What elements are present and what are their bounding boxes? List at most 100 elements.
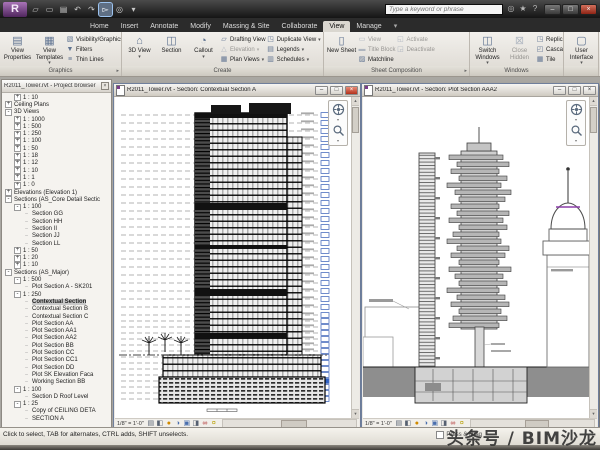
ribbon-options-icon[interactable]: ▾ <box>388 20 404 32</box>
window-title-bar[interactable]: R2011_Tower.rvt - Section: Plot Section … <box>362 84 598 97</box>
browser-item-1-250[interactable]: -1 : 250 <box>2 291 111 298</box>
browser-item-plot-section-cc1[interactable]: ‒Plot Section CC1 <box>2 357 111 364</box>
browser-item-1-18[interactable]: +1 : 18 <box>2 152 111 159</box>
steering-wheel-icon[interactable] <box>570 103 583 116</box>
browser-item-1-25[interactable]: -1 : 25 <box>2 400 111 407</box>
qat-dropdown-icon[interactable]: ▾ <box>127 3 140 16</box>
vertical-scrollbar[interactable]: ▲ ▼ <box>589 97 597 418</box>
browser-item-plot-section-dd[interactable]: ‒Plot Section DD <box>2 364 111 371</box>
user-interface-button[interactable]: ▢User Interface▾ <box>566 33 597 65</box>
drawing-canvas-plot-section[interactable]: ▾ ▾ <box>363 97 589 418</box>
application-menu-button[interactable]: R <box>3 2 27 17</box>
scroll-up-icon[interactable]: ▲ <box>352 97 359 106</box>
window-title-bar[interactable]: R2011_Tower.rvt - Section: Contextual Se… <box>114 84 360 97</box>
thin-lines-button[interactable]: ≡Thin Lines <box>66 55 121 64</box>
communication-center-icon[interactable]: ◎ <box>505 3 517 15</box>
browser-item-contextual-section-c[interactable]: ‒Contextual Section C <box>2 313 111 320</box>
browser-item-section-jj[interactable]: ‒Section JJ <box>2 233 111 240</box>
restore-button[interactable]: □ <box>330 86 343 95</box>
open-icon[interactable]: ▭ <box>43 3 56 16</box>
visibility-graphics-button[interactable]: ▧Visibility/Graphics <box>66 35 121 44</box>
tree-expand-icon[interactable]: + <box>14 255 21 262</box>
close-button[interactable]: × <box>345 86 358 95</box>
browser-item-sections-as-core-detail-sectic[interactable]: -Sections (AS_Core Detail Sectic <box>2 196 111 203</box>
browser-item-section-d-roof-level[interactable]: ‒Section D Roof Level <box>2 393 111 400</box>
tree-expand-icon[interactable]: + <box>14 262 21 269</box>
vertical-scrollbar[interactable]: ▲ ▼ <box>351 97 359 418</box>
restore-button[interactable]: □ <box>568 86 581 95</box>
filters-button[interactable]: ▼Filters <box>66 45 121 54</box>
browser-item-3d-views[interactable]: -3D Views <box>2 109 111 116</box>
redo-icon[interactable]: ↷ <box>85 3 98 16</box>
minimize-button[interactable]: – <box>544 4 561 15</box>
tree-expand-icon[interactable]: - <box>14 204 21 211</box>
tab-massing-site[interactable]: Massing & Site <box>217 21 276 32</box>
browser-item-1-1000[interactable]: +1 : 1000 <box>2 116 111 123</box>
tab-manage[interactable]: Manage <box>350 21 387 32</box>
tree-expand-icon[interactable]: - <box>5 196 12 203</box>
tab-home[interactable]: Home <box>84 21 115 32</box>
chevron-down-icon[interactable]: ▾ <box>575 118 577 122</box>
browser-item-plot-section-bb[interactable]: ‒Plot Section BB <box>2 342 111 349</box>
browser-item-1-100[interactable]: -1 : 100 <box>2 203 111 210</box>
tab-insert[interactable]: Insert <box>115 21 145 32</box>
scrollbar-thumb[interactable] <box>590 107 597 133</box>
browser-item-1-100[interactable]: -1 : 100 <box>2 386 111 393</box>
tree-expand-icon[interactable]: + <box>14 174 21 181</box>
browser-item-1-10[interactable]: +1 : 10 <box>2 167 111 174</box>
tree-expand-icon[interactable]: + <box>14 94 21 101</box>
browser-item-1-50[interactable]: +1 : 50 <box>2 247 111 254</box>
restore-button[interactable]: □ <box>562 4 579 15</box>
new-sheet-button[interactable]: ▯New Sheet <box>326 33 357 55</box>
callout-button[interactable]: ◔Callout▾ <box>188 33 219 59</box>
tree-expand-icon[interactable]: - <box>14 277 21 284</box>
panel-dialog-launcher-icon[interactable]: ▸ <box>464 66 467 76</box>
undo-icon[interactable]: ↶ <box>71 3 84 16</box>
replicate-button[interactable]: ◳Replicate <box>536 35 563 44</box>
tree-expand-icon[interactable]: + <box>5 101 12 108</box>
tab-view[interactable]: View <box>323 21 350 32</box>
browser-item-1-20[interactable]: +1 : 20 <box>2 255 111 262</box>
browser-item-1-250[interactable]: +1 : 250 <box>2 130 111 137</box>
zoom-icon[interactable] <box>332 124 345 137</box>
tree-expand-icon[interactable]: + <box>14 123 21 130</box>
browser-item-section-ii[interactable]: ‒Section II <box>2 225 111 232</box>
browser-item-plot-section-a-sk201[interactable]: ‒Plot Section A - SK201 <box>2 284 111 291</box>
minimize-button[interactable]: – <box>553 86 566 95</box>
browser-item-1-1[interactable]: +1 : 1 <box>2 174 111 181</box>
browser-item-ceiling-plans[interactable]: +Ceiling Plans <box>2 101 111 108</box>
new-icon[interactable]: ▱ <box>29 3 42 16</box>
browser-item-plot-section-aa1[interactable]: ‒Plot Section AA1 <box>2 328 111 335</box>
browser-item-1-10[interactable]: +1 : 10 <box>2 94 111 101</box>
save-icon[interactable]: ▤ <box>57 3 70 16</box>
3d-view-button[interactable]: ⌂3D View▾ <box>124 33 155 59</box>
browser-item-sections-as-major[interactable]: -Sections (AS_Major) <box>2 269 111 276</box>
search-input[interactable] <box>385 4 503 15</box>
help-icon[interactable]: ? <box>529 3 541 15</box>
duplicate-view-button[interactable]: ◳Duplicate View▾ <box>267 35 321 44</box>
drafting-view-button[interactable]: ▱Drafting View <box>220 35 266 44</box>
scrollbar-thumb[interactable] <box>352 107 359 133</box>
panel-dialog-launcher-icon[interactable]: ▸ <box>116 66 119 76</box>
tree-expand-icon[interactable]: - <box>14 401 21 408</box>
tab-annotate[interactable]: Annotate <box>144 21 184 32</box>
measure-icon[interactable]: ◎ <box>113 3 126 16</box>
tab-collaborate[interactable]: Collaborate <box>276 21 324 32</box>
view-properties-button[interactable]: ▤View Properties <box>2 33 33 61</box>
tree-expand-icon[interactable]: - <box>14 291 21 298</box>
tree-expand-icon[interactable]: + <box>14 145 21 152</box>
close-button[interactable]: × <box>580 4 597 15</box>
close-icon[interactable]: × <box>101 82 109 90</box>
tree-expand-icon[interactable]: + <box>5 189 12 196</box>
steering-wheel-icon[interactable] <box>332 103 345 116</box>
chevron-down-icon[interactable]: ▾ <box>337 118 339 122</box>
close-button[interactable]: × <box>583 86 596 95</box>
chevron-down-icon[interactable]: ▾ <box>337 139 339 143</box>
view-templates-button[interactable]: ▦View Templates▾ <box>34 33 65 65</box>
browser-item-elevations-elevation-1[interactable]: +Elevations (Elevation 1) <box>2 189 111 196</box>
plan-views-button[interactable]: ▦Plan Views▾ <box>220 55 266 64</box>
browser-item-copy-of-ceiling-deta[interactable]: ‒Copy of CEILING DETA <box>2 408 111 415</box>
browser-item-1-10[interactable]: +1 : 10 <box>2 262 111 269</box>
browser-item-plot-section-aa2[interactable]: ‒Plot Section AA2 <box>2 335 111 342</box>
tree-expand-icon[interactable]: + <box>14 138 21 145</box>
